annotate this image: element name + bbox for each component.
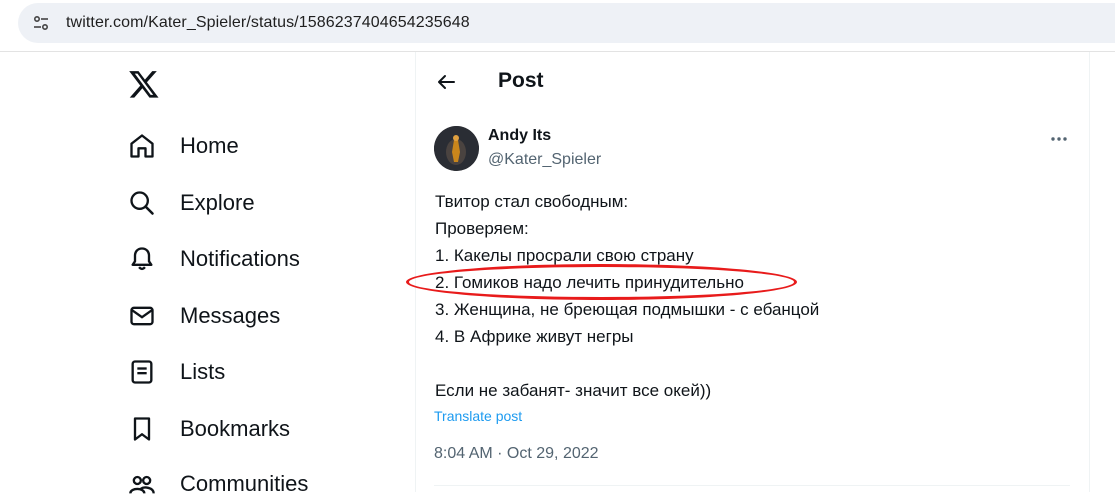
mail-icon	[128, 302, 156, 330]
divider	[434, 485, 1070, 486]
page-title: Post	[498, 69, 544, 92]
bookmark-icon	[128, 415, 156, 443]
sidebar-item-home[interactable]: Home	[128, 126, 239, 166]
x-logo-icon[interactable]	[128, 68, 160, 100]
sidebar-item-bookmarks[interactable]: Bookmarks	[128, 409, 290, 449]
sidebar-item-label: Explore	[180, 190, 255, 215]
translate-post-link[interactable]: Translate post	[434, 408, 522, 424]
column-divider	[1089, 52, 1090, 492]
sidebar-item-lists[interactable]: Lists	[128, 352, 225, 392]
url-bar[interactable]: twitter.com/Kater_Spieler/status/1586237…	[18, 3, 1115, 43]
sidebar-item-notifications[interactable]: Notifications	[128, 239, 300, 279]
sidebar-item-explore[interactable]: Explore	[128, 183, 255, 223]
sidebar-item-label: Communities	[180, 471, 309, 496]
back-arrow-icon[interactable]	[434, 70, 458, 94]
more-icon[interactable]	[1048, 128, 1070, 150]
sidebar-item-label: Bookmarks	[180, 416, 291, 441]
communities-icon	[128, 470, 156, 498]
sidebar-item-communities[interactable]: Communities	[128, 464, 308, 504]
post-text-line	[435, 350, 819, 377]
author-handle[interactable]: @Kater_Spieler	[488, 151, 601, 169]
home-icon	[128, 132, 156, 160]
sidebar-item-messages[interactable]: Messages	[128, 296, 280, 336]
post-text-line: Если не забанят- значит все окей))	[435, 381, 712, 400]
tune-icon[interactable]	[30, 12, 52, 34]
bell-icon	[128, 245, 156, 273]
post-text-line: 4. В Африке живут негры	[435, 327, 634, 346]
highlight-annotation	[406, 264, 797, 300]
post-text-line: Проверяем:	[435, 219, 529, 238]
post-text-line: 3. Женщина, не бреющая подмышки - с ебан…	[435, 300, 820, 319]
sidebar-item-label: Home	[180, 133, 239, 158]
sidebar-item-label: Notifications	[180, 246, 300, 271]
url-text[interactable]: twitter.com/Kater_Spieler/status/1586237…	[66, 14, 470, 32]
browser-address-bar: twitter.com/Kater_Spieler/status/1586237…	[0, 0, 1115, 48]
sidebar-nav: Home Explore Notifications Messages List…	[0, 52, 415, 496]
sidebar-item-label: Messages	[180, 303, 281, 328]
list-icon	[128, 358, 156, 386]
avatar[interactable]	[434, 126, 479, 171]
sidebar-item-label: Lists	[180, 359, 226, 384]
author-name[interactable]: Andy Its	[488, 127, 551, 145]
search-icon	[128, 189, 156, 217]
post-text-line: Твитор стал свободным:	[435, 192, 629, 211]
post-timestamp[interactable]: 8:04 AM · Oct 29, 2022	[434, 445, 599, 463]
